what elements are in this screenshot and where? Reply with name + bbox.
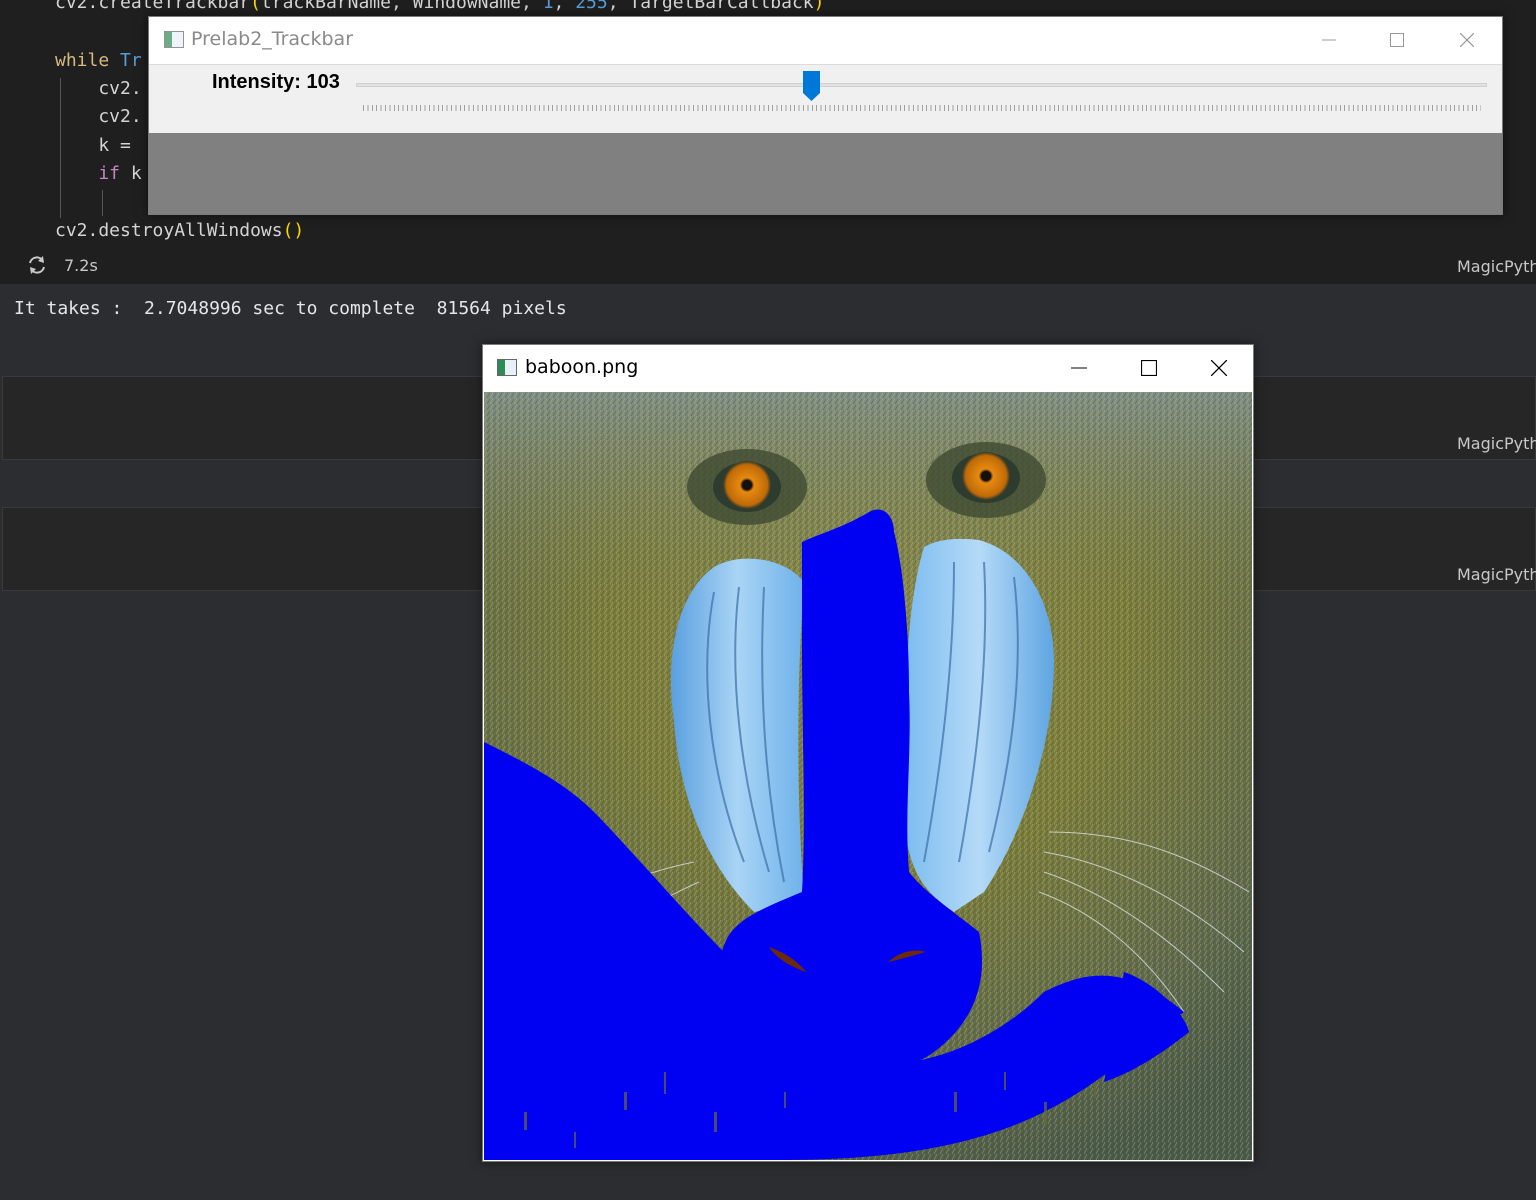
code-token: , TargetBarCallback [607,0,814,13]
code-token: ) [813,0,825,13]
trackbar-label: Intensity: 103 [212,71,340,93]
code-token: 1 [542,0,554,13]
close-button[interactable] [1184,345,1254,391]
close-button[interactable] [1432,17,1502,63]
minimize-button[interactable] [1294,17,1364,63]
language-label[interactable]: MagicPyth [1457,434,1536,453]
maximize-icon [1390,33,1404,47]
code-line: cv2.createTrackbar(trackBarName, WindowN… [55,0,824,13]
code-line: cv2. [55,106,142,127]
execution-time: 7.2s [64,256,98,275]
app-window-icon [497,359,517,376]
app-window-icon [164,31,184,48]
trackbar-thumb[interactable] [803,71,821,101]
window-title: Prelab2_Trackbar [191,28,354,50]
code-line: if k [55,163,142,184]
code-line: k = [55,135,142,156]
code-token: cv2. [55,78,142,99]
code-line: while Tr [55,50,142,71]
code-token: Tr [120,50,142,71]
code-token: cv2. [55,106,142,127]
empty-image-area [149,133,1502,214]
window-title: baboon.png [525,356,639,378]
language-label[interactable]: MagicPyth [1457,565,1536,584]
indent-guide [102,190,103,216]
baboon-image [484,392,1252,1160]
code-token: () [282,220,305,241]
minimize-icon [1322,39,1336,41]
code-token: if [55,163,131,184]
language-label[interactable]: MagicPyth [1457,257,1536,276]
minimize-icon [1071,367,1087,369]
trackbar-groove[interactable] [356,83,1487,87]
image-window[interactable]: baboon.png [482,344,1254,1162]
code-token: 255 [575,0,608,13]
code-token: , [553,0,576,13]
maximize-button[interactable] [1114,345,1184,391]
title-bar[interactable]: Prelab2_Trackbar [149,17,1502,63]
code-line: cv2.destroyAllWindows() [55,220,304,241]
trackbar-panel: Intensity: 103 [149,64,1502,134]
trackbar-window[interactable]: Prelab2_Trackbar Intensity: 103 [148,16,1503,215]
refresh-icon[interactable] [26,254,48,276]
maximize-icon [1141,360,1157,376]
code-token: cv2.createTrackbar [55,0,251,13]
code-token: k = [55,135,142,156]
code-line: cv2. [55,78,142,99]
indent-guide [60,78,61,218]
trackbar-ticks [363,105,1481,111]
title-bar[interactable]: baboon.png [483,345,1253,391]
close-icon [1460,33,1474,47]
maximize-button[interactable] [1362,17,1432,63]
code-token: k [130,163,142,184]
code-token: cv2.destroyAllWindows [55,220,283,241]
code-token: ( [250,0,261,13]
minimize-button[interactable] [1044,345,1114,391]
code-token: trackBarName, WindowName, [260,0,543,13]
output-text: It takes : 2.7048996 sec to complete 815… [14,298,567,319]
close-icon [1211,360,1227,376]
code-token: while [55,50,121,71]
